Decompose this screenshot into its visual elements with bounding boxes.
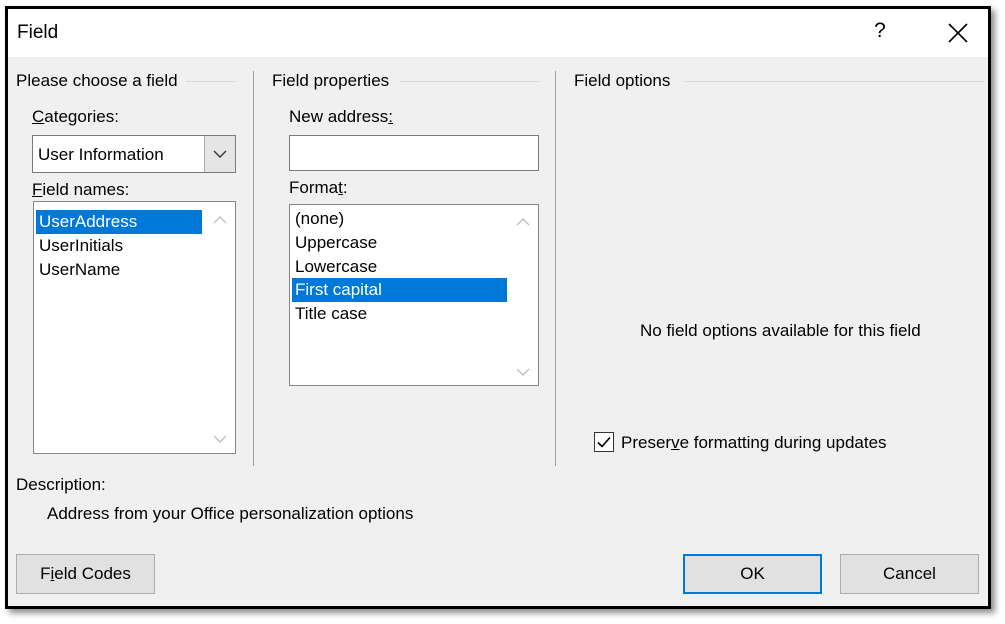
new-address-input[interactable] bbox=[289, 135, 539, 171]
field-options-divider bbox=[684, 81, 984, 82]
choose-field-divider bbox=[186, 81, 236, 82]
scroll-down-icon[interactable] bbox=[211, 433, 229, 445]
right-column-separator bbox=[555, 71, 556, 466]
description-label: Description: bbox=[16, 475, 106, 494]
preserve-formatting-checkbox[interactable] bbox=[594, 432, 614, 452]
categories-label: Categories: bbox=[32, 107, 119, 126]
format-item-none[interactable]: (none) bbox=[292, 207, 507, 231]
categories-dropdown[interactable]: User Information bbox=[32, 135, 236, 173]
format-label: Format: bbox=[289, 178, 348, 197]
categories-selected-value: User Information bbox=[38, 145, 164, 164]
left-column-separator bbox=[253, 71, 254, 466]
description-text: Address from your Office personalization… bbox=[47, 504, 414, 523]
list-item-useraddress[interactable]: UserAddress bbox=[36, 210, 202, 234]
dialog-title: Field bbox=[17, 22, 59, 43]
field-properties-divider bbox=[400, 81, 540, 82]
format-item-first-capital[interactable]: First capital bbox=[292, 278, 507, 302]
new-address-label: New address: bbox=[289, 107, 393, 126]
close-icon bbox=[948, 23, 968, 43]
field-dialog: Field ? Please choose a field Categories… bbox=[5, 6, 991, 609]
format-item-title-case[interactable]: Title case bbox=[292, 302, 507, 326]
ok-button[interactable]: OK bbox=[683, 554, 822, 594]
list-item-userinitials[interactable]: UserInitials bbox=[36, 234, 202, 258]
field-codes-button-label-b: eld Codes bbox=[54, 564, 131, 583]
format-item-uppercase[interactable]: Uppercase bbox=[292, 231, 507, 255]
scroll-down-icon[interactable] bbox=[514, 366, 532, 378]
list-item-username[interactable]: UserName bbox=[36, 258, 202, 282]
categories-dropdown-button[interactable] bbox=[204, 136, 235, 172]
format-list[interactable]: (none) Uppercase Lowercase First capital… bbox=[289, 204, 539, 386]
field-names-label: Field names: bbox=[32, 180, 130, 199]
checkmark-icon bbox=[597, 436, 611, 448]
field-names-label-text: ield names: bbox=[42, 180, 130, 199]
help-button[interactable]: ? bbox=[868, 19, 892, 47]
field-properties-section-title: Field properties bbox=[272, 71, 390, 90]
new-address-label-text: New address bbox=[289, 107, 389, 126]
chevron-down-icon bbox=[213, 150, 227, 158]
format-item-lowercase[interactable]: Lowercase bbox=[292, 255, 507, 279]
preserve-formatting-label[interactable]: Preserve formatting during updates bbox=[621, 433, 887, 453]
format-scrollbar[interactable] bbox=[508, 205, 538, 385]
preserve-formatting-label-a: Preser bbox=[621, 433, 672, 452]
close-button[interactable] bbox=[944, 19, 972, 47]
categories-label-text: ategories: bbox=[44, 107, 119, 126]
choose-field-section-title: Please choose a field bbox=[16, 71, 178, 90]
scroll-up-icon[interactable] bbox=[514, 216, 532, 228]
no-field-options-message: No field options available for this fiel… bbox=[640, 321, 921, 340]
field-options-section-title: Field options bbox=[574, 71, 671, 90]
scroll-up-icon[interactable] bbox=[211, 214, 229, 226]
field-names-list[interactable]: UserAddress UserInitials UserName bbox=[33, 201, 236, 454]
field-names-scrollbar[interactable] bbox=[205, 202, 235, 453]
field-codes-button[interactable]: Field Codes bbox=[16, 554, 155, 594]
format-label-text: Forma bbox=[289, 178, 339, 197]
title-bar: Field ? bbox=[8, 9, 988, 57]
cancel-button[interactable]: Cancel bbox=[840, 554, 979, 594]
preserve-formatting-label-b: e formatting during updates bbox=[679, 433, 887, 452]
field-codes-button-label-a: F bbox=[40, 564, 51, 583]
